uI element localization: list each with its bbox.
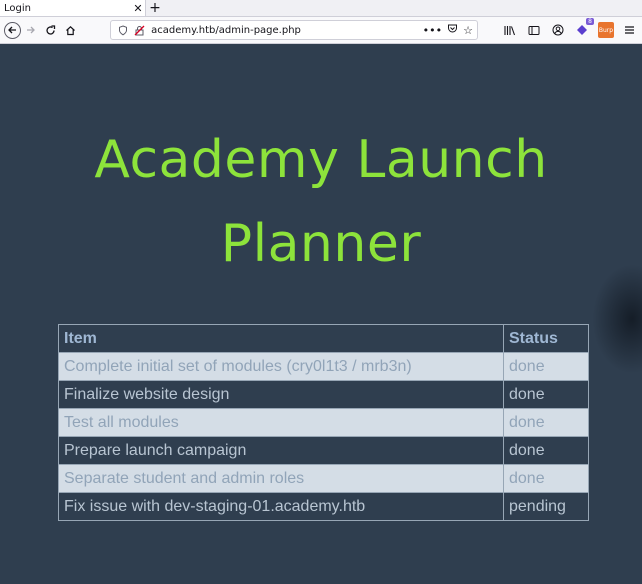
account-icon[interactable] bbox=[550, 22, 566, 38]
close-icon[interactable]: ✕ bbox=[131, 2, 145, 15]
status-cell: done bbox=[503, 464, 589, 493]
burp-extension-icon[interactable]: Burp bbox=[597, 22, 614, 38]
home-button[interactable] bbox=[60, 20, 80, 40]
status-cell: done bbox=[503, 408, 589, 437]
planner-table-container: Item Status Complete initial set of modu… bbox=[58, 324, 589, 521]
item-cell: Separate student and admin roles bbox=[58, 464, 504, 493]
pocket-icon[interactable] bbox=[447, 23, 458, 37]
column-header-item: Item bbox=[58, 324, 504, 353]
table-row: Separate student and admin roles done bbox=[58, 464, 589, 493]
item-cell: Finalize website design bbox=[58, 380, 504, 409]
status-cell: pending bbox=[503, 492, 589, 521]
table-row: Prepare launch campaign done bbox=[58, 436, 589, 465]
sidebar-icon[interactable] bbox=[526, 22, 542, 38]
table-row: Fix issue with dev-staging-01.academy.ht… bbox=[58, 492, 589, 521]
page-title-line2: Planner bbox=[220, 214, 422, 274]
page-actions-menu[interactable]: ••• bbox=[423, 24, 442, 37]
hamburger-menu-icon[interactable] bbox=[622, 22, 638, 38]
library-icon[interactable] bbox=[502, 22, 518, 38]
table-row: Test all modules done bbox=[58, 408, 589, 437]
bookmark-star-icon[interactable]: ☆ bbox=[463, 24, 473, 37]
item-cell: Fix issue with dev-staging-01.academy.ht… bbox=[58, 492, 504, 521]
extension-badge: 8 bbox=[586, 18, 594, 25]
new-tab-button[interactable]: + bbox=[146, 0, 164, 16]
table-header-row: Item Status bbox=[58, 324, 589, 353]
page-title-line1: Academy Launch bbox=[94, 130, 548, 190]
item-cell: Test all modules bbox=[58, 408, 504, 437]
status-cell: done bbox=[503, 380, 589, 409]
table-row: Finalize website design done bbox=[58, 380, 589, 409]
table-row: Complete initial set of modules (cry0l1t… bbox=[58, 352, 589, 381]
item-cell: Prepare launch campaign bbox=[58, 436, 504, 465]
status-cell: done bbox=[503, 352, 589, 381]
url-text[interactable]: academy.htb/admin-page.php bbox=[151, 25, 423, 36]
reload-button[interactable] bbox=[41, 20, 61, 40]
planner-table: Item Status Complete initial set of modu… bbox=[58, 324, 589, 521]
insecure-lock-icon[interactable] bbox=[131, 22, 147, 38]
forward-button[interactable] bbox=[21, 20, 41, 40]
navigation-bar: academy.htb/admin-page.php ••• ☆ 8 Burp bbox=[0, 17, 642, 44]
shield-icon[interactable] bbox=[115, 22, 131, 38]
tab-bar: Login ✕ + bbox=[0, 0, 642, 17]
tab-title: Login bbox=[4, 2, 31, 14]
page-content: Academy Launch Planner Item Status Compl… bbox=[0, 44, 642, 584]
tab-login[interactable]: Login ✕ bbox=[0, 0, 146, 16]
page-title: Academy Launch Planner bbox=[0, 118, 642, 286]
url-bar[interactable]: academy.htb/admin-page.php ••• ☆ bbox=[110, 20, 478, 40]
back-button[interactable] bbox=[4, 21, 21, 39]
item-cell: Complete initial set of modules (cry0l1t… bbox=[58, 352, 504, 381]
column-header-status: Status bbox=[503, 324, 589, 353]
extension-icon[interactable]: 8 bbox=[574, 18, 594, 38]
status-cell: done bbox=[503, 436, 589, 465]
